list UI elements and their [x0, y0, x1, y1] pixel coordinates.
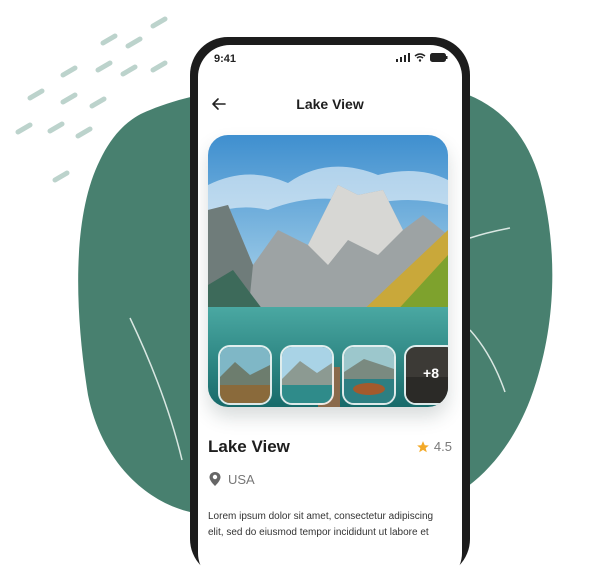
status-time: 9:41	[214, 53, 237, 65]
gallery-thumbnail-more[interactable]: +8	[404, 345, 448, 405]
rating-value: 4.5	[433, 439, 452, 454]
hero-image[interactable]: +8	[208, 135, 448, 407]
gallery-thumbnail[interactable]	[280, 345, 334, 405]
place-description: Lorem ipsum dolor sit amet, consectetur …	[208, 511, 434, 538]
place-title: Lake View	[208, 437, 290, 456]
phone-screen: 9:41 Lake View +8 Lake View 4.5 USA Lore…	[198, 45, 462, 585]
page-title: Lake View	[296, 96, 364, 112]
gallery-thumbnail[interactable]	[342, 345, 396, 405]
battery-icon	[430, 53, 448, 62]
nav-bar: Lake View	[198, 90, 462, 120]
location-pin-icon	[209, 472, 221, 486]
gallery-thumbnail[interactable]	[218, 345, 272, 405]
star-icon	[417, 440, 429, 452]
wifi-icon	[414, 53, 426, 62]
thumbnail-strip: +8	[218, 345, 448, 405]
status-icons	[396, 53, 448, 62]
location-text: USA	[228, 471, 255, 487]
more-photos-count: +8	[423, 365, 439, 381]
signal-icon	[396, 53, 410, 62]
phone-frame: 9:41 Lake View +8 Lake View 4.5 USA Lore…	[190, 37, 470, 585]
rating: 4.5	[416, 439, 452, 454]
status-bar: 9:41	[198, 45, 462, 73]
location: USA	[208, 471, 255, 487]
